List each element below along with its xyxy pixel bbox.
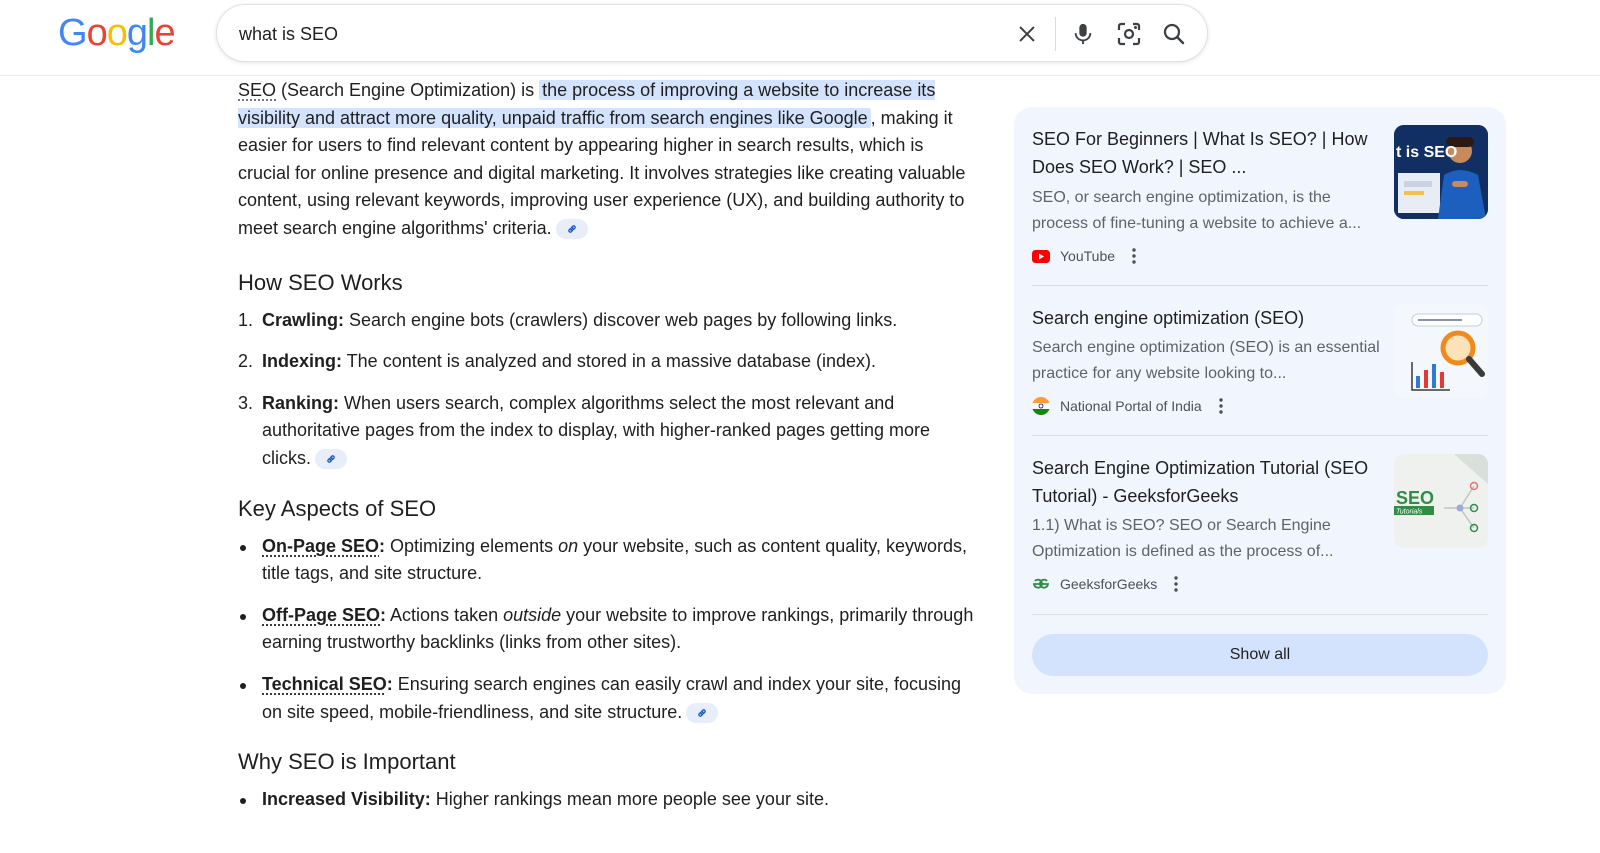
show-all-button[interactable]: Show all xyxy=(1032,634,1488,676)
divider xyxy=(1032,285,1488,286)
list-item: Increased Visibility: Higher rankings me… xyxy=(238,786,978,814)
search-input[interactable] xyxy=(239,21,979,47)
source-title[interactable]: SEO For Beginners | What Is SEO? | How D… xyxy=(1032,125,1382,181)
off-page-seo-link[interactable]: Off-Page SEO xyxy=(262,605,380,625)
more-options-icon[interactable] xyxy=(1127,248,1141,264)
step-term: Ranking: xyxy=(262,392,340,413)
source-name: GeeksforGeeks xyxy=(1060,576,1158,592)
lens-icon[interactable] xyxy=(1114,19,1144,49)
step-term: Crawling: xyxy=(262,309,345,330)
intro-paragraph: SEO (Search Engine Optimization) is the … xyxy=(238,77,978,243)
aspects-list: On-Page SEO: Optimizing elements on your… xyxy=(238,533,978,727)
divider xyxy=(1032,435,1488,436)
list-item: Off-Page SEO: Actions taken outside your… xyxy=(238,602,978,657)
source-card-india[interactable]: Search engine optimization (SEO) Search … xyxy=(1032,304,1488,416)
top-bar: Google xyxy=(0,0,1600,76)
logo-letter: o xyxy=(106,12,128,54)
aspect-emphasis: outside xyxy=(503,604,562,625)
list-item: On-Page SEO: Optimizing elements on your… xyxy=(238,533,978,588)
seo-term-link[interactable]: SEO xyxy=(238,80,276,100)
list-number: 1. xyxy=(238,309,254,330)
geeksforgeeks-icon xyxy=(1032,575,1050,593)
source-name: National Portal of India xyxy=(1060,398,1202,414)
thumbnail-subcaption: Tutorials xyxy=(1396,509,1423,516)
citation-link-icon[interactable] xyxy=(315,449,347,470)
source-title[interactable]: Search engine optimization (SEO) xyxy=(1032,304,1382,332)
list-number: 3. xyxy=(238,392,254,413)
source-snippet: SEO, or search engine optimization, is t… xyxy=(1032,189,1362,232)
source-snippet: Search engine optimization (SEO) is an e… xyxy=(1032,339,1380,382)
list-item: Technical SEO: Ensuring search engines c… xyxy=(238,671,978,726)
ai-overview-answer: SEO (Search Engine Optimization) is the … xyxy=(238,76,978,828)
heading-key-aspects: Key Aspects of SEO xyxy=(238,495,437,521)
sources-panel: SEO For Beginners | What Is SEO? | How D… xyxy=(1014,107,1506,694)
divider xyxy=(1032,614,1488,615)
steps-list: 1. Crawling: Search engine bots (crawlers… xyxy=(238,307,978,473)
source-meta: GeeksforGeeks xyxy=(1032,574,1183,594)
search-divider xyxy=(1055,17,1056,51)
heading-how-seo-works: How SEO Works xyxy=(238,269,403,295)
search-icon[interactable] xyxy=(1159,19,1189,49)
thumbnail-caption: t is SEO xyxy=(1396,144,1457,161)
source-name: YouTube xyxy=(1060,248,1116,264)
source-meta: National Portal of India xyxy=(1032,396,1228,416)
close-icon[interactable] xyxy=(1012,19,1042,49)
list-item: 1. Crawling: Search engine bots (crawlers… xyxy=(238,307,978,335)
step-text: The content is analyzed and stored in a … xyxy=(342,351,876,372)
source-meta: YouTube xyxy=(1032,246,1141,266)
source-snippet: 1.1) What is SEO? SEO or Search Engine O… xyxy=(1032,517,1334,560)
aspect-text: Optimizing elements xyxy=(385,535,559,556)
technical-seo-link[interactable]: Technical SEO xyxy=(262,674,387,694)
logo-letter: G xyxy=(58,12,88,54)
why-text: Higher rankings mean more people see you… xyxy=(430,789,829,810)
heading-why-seo-important: Why SEO is Important xyxy=(238,749,456,775)
more-options-icon[interactable] xyxy=(1214,398,1228,414)
step-text: Search engine bots (crawlers) discover w… xyxy=(344,309,898,330)
video-thumbnail[interactable]: t is SEO xyxy=(1394,125,1488,219)
india-flag-icon xyxy=(1032,397,1050,415)
aspect-emphasis: on xyxy=(558,535,579,556)
why-list: Increased Visibility: Higher rankings me… xyxy=(238,786,978,814)
google-logo[interactable]: Google xyxy=(58,8,176,58)
youtube-icon xyxy=(1032,247,1050,265)
citation-link-icon[interactable] xyxy=(686,702,719,723)
microphone-icon[interactable] xyxy=(1068,19,1098,49)
source-card-geeksforgeeks[interactable]: Search Engine Optimization Tutorial (SEO… xyxy=(1032,454,1488,594)
thumbnail-caption: SEO xyxy=(1396,488,1434,508)
intro-text: (Search Engine Optimization) is xyxy=(276,80,540,100)
seo-magnifier-thumbnail[interactable] xyxy=(1394,304,1488,398)
on-page-seo-link[interactable]: On-Page SEO xyxy=(262,536,379,556)
why-term: Increased Visibility: xyxy=(262,789,431,810)
list-item: 3. Ranking: When users search, complex al… xyxy=(238,390,978,473)
step-text: When users search, complex algorithms se… xyxy=(262,392,931,468)
source-title[interactable]: Search Engine Optimization Tutorial (SEO… xyxy=(1032,454,1382,510)
step-term: Indexing: xyxy=(262,351,342,372)
seo-tutorial-thumbnail[interactable]: SEO Tutorials xyxy=(1394,454,1488,548)
more-options-icon[interactable] xyxy=(1169,576,1183,592)
source-card-youtube[interactable]: SEO For Beginners | What Is SEO? | How D… xyxy=(1032,125,1488,265)
logo-letter: g xyxy=(126,12,148,54)
logo-letter: o xyxy=(86,12,108,54)
citation-link-icon[interactable] xyxy=(555,219,588,240)
aspect-text: Actions taken xyxy=(386,604,504,625)
list-item: 2. Indexing: The content is analyzed and … xyxy=(238,348,978,376)
logo-letter: e xyxy=(154,12,175,54)
search-box[interactable] xyxy=(216,4,1208,62)
list-number: 2. xyxy=(238,351,254,372)
